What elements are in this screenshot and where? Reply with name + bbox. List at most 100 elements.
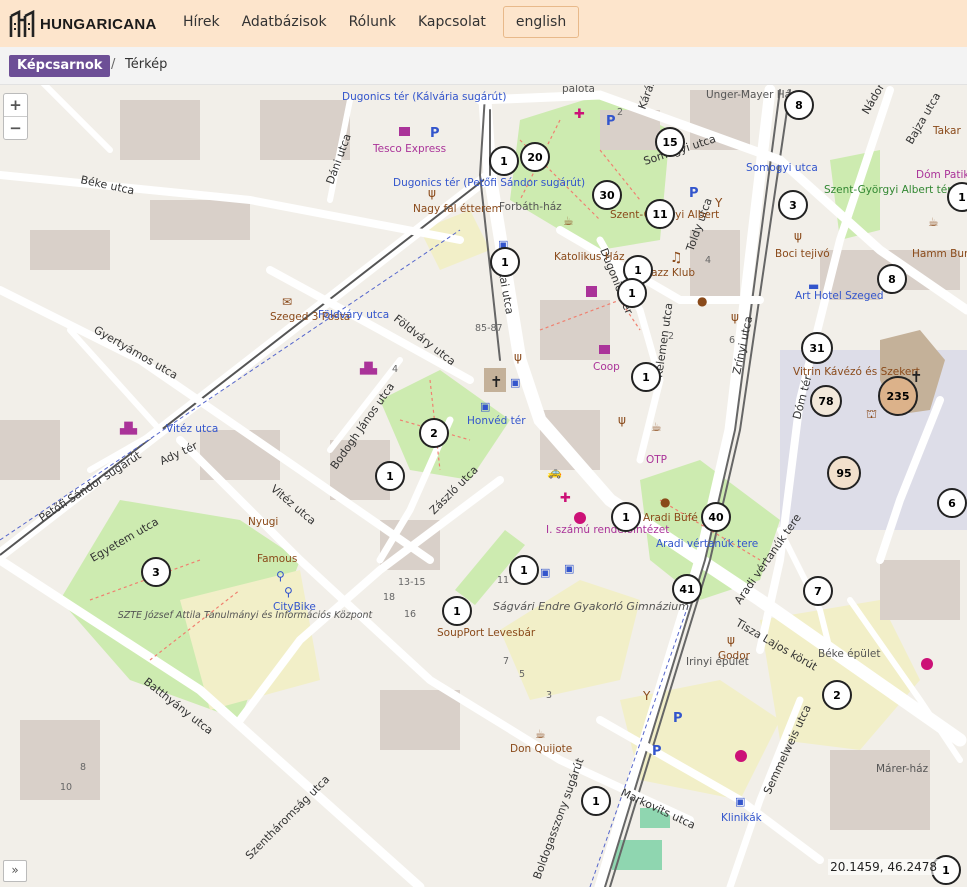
poi-label: Forbáth-ház: [499, 201, 562, 213]
expand-panel-button[interactable]: »: [3, 860, 27, 882]
nav-news[interactable]: Hírek: [172, 6, 231, 38]
cluster-marker[interactable]: 1: [442, 596, 472, 626]
bus-stop-icon: ▣: [540, 566, 550, 579]
logo-text: HUNGARICANA: [40, 15, 157, 33]
cluster-count: 1: [520, 564, 528, 577]
cluster-marker[interactable]: 15: [655, 127, 685, 157]
map-view[interactable]: Béke utca Dáni utca Gyertyámos utca Pető…: [0, 85, 967, 887]
cluster-marker[interactable]: 2: [822, 680, 852, 710]
hungaricana-logo[interactable]: HUNGARICANA: [9, 9, 157, 39]
cluster-count: 31: [809, 342, 824, 355]
restaurant-icon: ψ: [794, 229, 802, 243]
cluster-count: 1: [453, 605, 461, 618]
monument-icon: ⛫: [866, 407, 877, 421]
cluster-marker[interactable]: 1: [581, 786, 611, 816]
pharmacy-icon: ✚: [574, 107, 585, 122]
bus-stop-icon: ▣: [564, 562, 574, 575]
cluster-marker[interactable]: 1: [490, 247, 520, 277]
top-navbar: HUNGARICANA Hírek Adatbázisok Rólunk Kap…: [0, 0, 967, 47]
parking-icon: P: [673, 711, 683, 726]
cluster-marker[interactable]: 1: [631, 362, 661, 392]
map-canvas[interactable]: Béke utca Dáni utca Gyertyámos utca Pető…: [0, 85, 967, 887]
cluster-count: 95: [836, 467, 851, 480]
poi-label: Hamm Burger: [912, 248, 967, 260]
poi-label: Vitéz utca: [166, 423, 218, 435]
cluster-count: 11: [652, 208, 667, 221]
cluster-marker[interactable]: 7: [803, 576, 833, 606]
cafe-icon: ☕: [563, 214, 574, 228]
pharmacy-icon: ✚: [560, 491, 571, 506]
house-number: 2: [617, 107, 623, 118]
cluster-marker[interactable]: 1: [617, 278, 647, 308]
parking-icon: P: [689, 186, 699, 201]
cluster-count: 6: [948, 497, 956, 510]
cluster-marker[interactable]: 6: [937, 488, 967, 518]
poi-label: Nagy fal étterem: [413, 203, 502, 215]
hospital-icon: [735, 750, 747, 762]
cluster-marker[interactable]: 78: [810, 385, 842, 417]
breadcrumb-separator: /: [111, 57, 116, 72]
restaurant-icon: ψ: [618, 413, 626, 427]
cluster-marker[interactable]: 1: [489, 146, 519, 176]
cluster-count: 15: [662, 136, 677, 149]
restaurant-icon: ψ: [514, 350, 522, 364]
cluster-marker[interactable]: 235: [878, 376, 918, 416]
cluster-count: 30: [599, 189, 615, 202]
cluster-marker[interactable]: 30: [592, 180, 622, 210]
zoom-out-button[interactable]: −: [4, 116, 27, 139]
language-switch-button[interactable]: english: [502, 6, 580, 38]
post-icon: ✉: [282, 295, 292, 309]
bar-icon: Y: [642, 689, 651, 703]
poi-label: Unger-Mayer Ház: [706, 89, 797, 101]
poi-label: Béke épület: [818, 648, 880, 660]
cluster-marker[interactable]: 95: [827, 456, 861, 490]
poi-label: SoupPort Levesbár: [437, 627, 536, 639]
church-icon: ✝: [490, 373, 503, 391]
cluster-marker[interactable]: 40: [701, 502, 731, 532]
cluster-marker[interactable]: 2: [419, 418, 449, 448]
cafe-icon: ☕: [535, 727, 546, 741]
breadcrumb-gallery-link[interactable]: Képcsarnok: [9, 55, 111, 77]
hotel-icon: ▬: [808, 279, 819, 293]
house-number: 6: [729, 335, 735, 346]
cluster-count: 2: [833, 689, 841, 702]
cluster-count: 1: [958, 191, 966, 204]
cluster-marker[interactable]: 8: [784, 90, 814, 120]
cluster-marker[interactable]: 31: [801, 332, 833, 364]
cluster-marker[interactable]: 1: [509, 555, 539, 585]
poi-label: I. számú rendelőintézet: [546, 524, 669, 536]
cluster-marker[interactable]: 1: [375, 461, 405, 491]
poi-label: Somogyi utca: [746, 162, 818, 174]
coordinate-readout: 20.1459, 46.2478: [828, 859, 939, 875]
poi-label: Tesco Express: [372, 143, 446, 155]
cluster-marker[interactable]: 41: [672, 574, 702, 604]
cluster-count: 7: [814, 585, 822, 598]
cluster-count: 2: [430, 427, 438, 440]
nav-databases[interactable]: Adatbázisok: [231, 6, 338, 38]
cluster-marker[interactable]: 3: [141, 557, 171, 587]
cluster-marker[interactable]: 20: [520, 142, 550, 172]
nav-about[interactable]: Rólunk: [338, 6, 407, 38]
nav-contact[interactable]: Kapcsolat: [407, 6, 497, 38]
cluster-marker[interactable]: 1: [611, 502, 641, 532]
poi-label: Don Quijote: [510, 743, 572, 755]
poi-label: Katolikus Ház: [554, 251, 625, 263]
poi-label: Dóm Patika: [916, 169, 967, 181]
hospital-icon: [921, 658, 933, 670]
cluster-marker[interactable]: 3: [778, 190, 808, 220]
zoom-in-button[interactable]: +: [4, 94, 27, 116]
poi-label: Szent-Györgyi Albert tér: [824, 184, 952, 196]
bicycle-icon: ⚲: [276, 569, 285, 583]
poi-label: Nyugi: [248, 516, 278, 528]
poi-label: Takar: [932, 125, 961, 137]
house-number: 4: [392, 364, 398, 375]
cluster-marker[interactable]: 11: [645, 199, 675, 229]
cluster-count: 40: [708, 511, 724, 524]
cluster-marker[interactable]: 1: [947, 182, 967, 212]
poi-label: Dugonics tér (Petőfi Sándor sugárút): [393, 177, 585, 189]
cluster-count: 3: [789, 199, 797, 212]
cluster-marker[interactable]: 8: [877, 264, 907, 294]
cluster-count: 8: [888, 273, 896, 286]
theatre-icon: ▟▙: [119, 421, 137, 435]
poi-label: Jazz Klub: [647, 267, 695, 279]
